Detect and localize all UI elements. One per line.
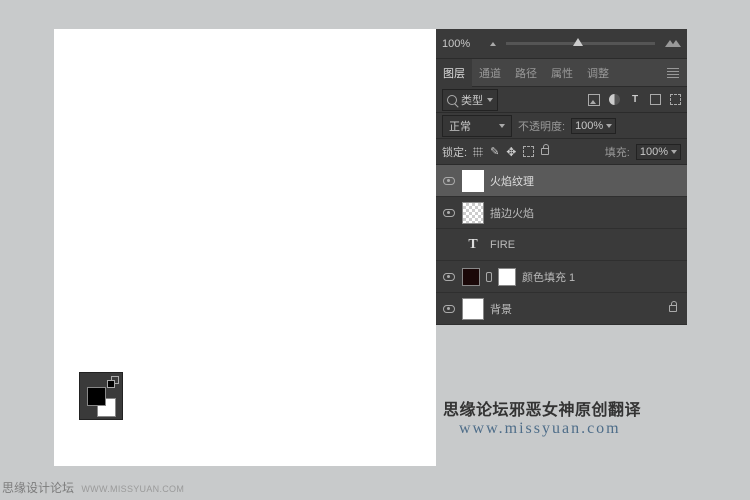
eye-icon	[443, 305, 455, 313]
lock-all-icon[interactable]	[541, 148, 549, 155]
layer-thumbnail[interactable]	[462, 202, 484, 224]
layer-name[interactable]: 背景	[490, 301, 512, 317]
layer-row[interactable]: 描边火焰	[436, 197, 687, 229]
chevron-down-icon	[487, 98, 493, 102]
link-icon[interactable]	[486, 272, 492, 282]
layer-visibility-toggle[interactable]	[442, 273, 456, 281]
layer-thumbnail[interactable]	[462, 170, 484, 192]
filter-type-select[interactable]: 类型	[442, 89, 498, 111]
tab-adjustments[interactable]: 调整	[580, 59, 616, 87]
opacity-input[interactable]: 100%	[571, 118, 616, 134]
filter-smartobject-icon[interactable]	[670, 94, 681, 105]
eye-icon	[443, 177, 455, 185]
lock-artboard-icon[interactable]	[523, 146, 534, 157]
filter-pixel-icon[interactable]	[588, 94, 600, 106]
panels-dock: 100% 图层 通道 路径 属性 调整 类型 T 正常	[436, 29, 687, 325]
lock-transparency-icon[interactable]	[473, 147, 483, 157]
lock-label: 锁定:	[442, 144, 467, 160]
tab-channels[interactable]: 通道	[472, 59, 508, 87]
opacity-label: 不透明度:	[518, 118, 565, 134]
layer-row[interactable]: 火焰纹理	[436, 165, 687, 197]
search-icon	[447, 95, 457, 105]
filter-adjustment-icon[interactable]	[609, 94, 620, 105]
layer-visibility-toggle[interactable]	[442, 209, 456, 217]
zoom-in-icon[interactable]	[665, 40, 681, 47]
lock-pixels-icon[interactable]: ✎	[490, 145, 499, 158]
layer-row[interactable]: 背景	[436, 293, 687, 325]
layer-name[interactable]: 火焰纹理	[490, 173, 534, 189]
zoom-slider[interactable]	[506, 42, 655, 45]
zoom-slider-thumb[interactable]	[573, 38, 583, 46]
layer-name[interactable]: 描边火焰	[490, 205, 534, 221]
fill-value: 100%	[640, 146, 668, 158]
layer-thumbnail[interactable]	[462, 298, 484, 320]
eye-icon	[443, 209, 455, 217]
text-layer-icon: T	[462, 237, 484, 253]
swap-colors-icon[interactable]	[109, 376, 119, 386]
foreground-color[interactable]	[87, 387, 106, 406]
lock-icon	[669, 305, 677, 312]
watermark-text: 思缘论坛邪恶女神原创翻译	[443, 396, 641, 420]
chevron-down-icon	[606, 124, 612, 128]
panel-menu-icon[interactable]	[659, 68, 687, 78]
filter-shape-icon[interactable]	[650, 94, 661, 105]
blend-mode-select[interactable]: 正常	[442, 115, 512, 137]
zoom-value[interactable]: 100%	[442, 38, 484, 50]
footer: 思缘设计论坛 WWW.MISSYUAN.COM	[2, 479, 184, 496]
tab-layers[interactable]: 图层	[436, 59, 472, 87]
layer-name[interactable]: FIRE	[490, 239, 515, 251]
panel-tabs: 图层 通道 路径 属性 调整	[436, 59, 687, 87]
layer-thumbnail[interactable]	[462, 268, 480, 286]
eye-icon	[443, 273, 455, 281]
lock-row: 锁定: ✎ ✥ 填充: 100%	[436, 139, 687, 165]
layer-visibility-toggle[interactable]	[442, 305, 456, 313]
blend-mode-row: 正常 不透明度: 100%	[436, 113, 687, 139]
layer-visibility-toggle[interactable]	[442, 177, 456, 185]
color-swatch-widget[interactable]	[79, 372, 123, 420]
chevron-down-icon	[499, 124, 505, 128]
footer-brand: 思缘设计论坛	[2, 481, 74, 495]
layer-mask-thumbnail[interactable]	[498, 268, 516, 286]
blend-mode-value: 正常	[449, 118, 471, 134]
filter-type-label: 类型	[461, 92, 483, 108]
footer-url: WWW.MISSYUAN.COM	[81, 484, 184, 494]
layer-row[interactable]: T FIRE	[436, 229, 687, 261]
opacity-value: 100%	[575, 120, 603, 132]
navigator-zoom-bar: 100%	[436, 29, 687, 59]
layer-row[interactable]: 颜色填充 1	[436, 261, 687, 293]
lock-position-icon[interactable]: ✥	[506, 145, 516, 159]
filter-type-icon[interactable]: T	[629, 94, 641, 106]
watermark-url: www.missyuan.com	[459, 420, 621, 438]
tab-properties[interactable]: 属性	[544, 59, 580, 87]
tab-paths[interactable]: 路径	[508, 59, 544, 87]
fill-label: 填充:	[605, 144, 630, 160]
fill-input[interactable]: 100%	[636, 144, 681, 160]
layer-name[interactable]: 颜色填充 1	[522, 269, 575, 285]
chevron-down-icon	[671, 150, 677, 154]
zoom-out-icon[interactable]	[490, 42, 496, 46]
layer-filter-row: 类型 T	[436, 87, 687, 113]
